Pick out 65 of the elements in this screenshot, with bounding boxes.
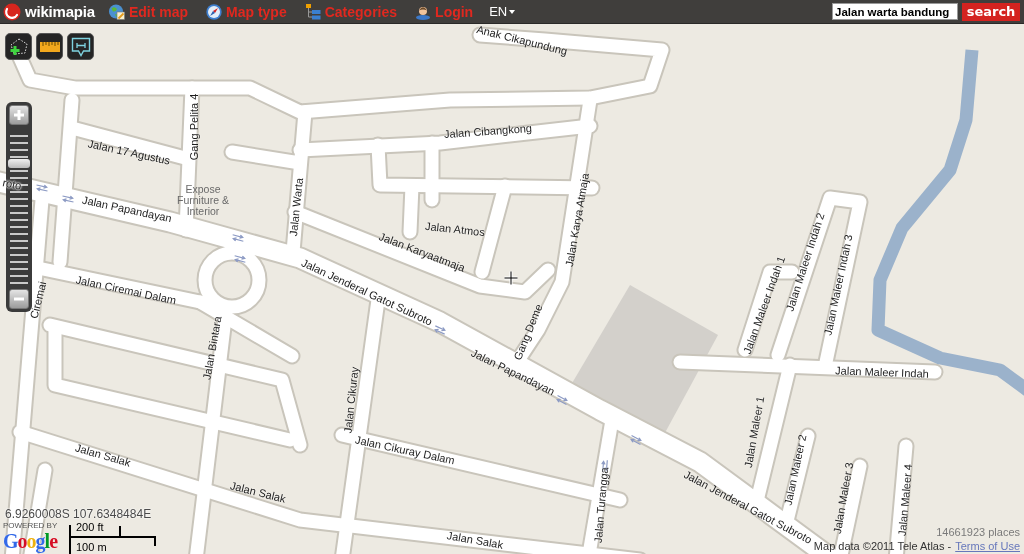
street-label: Jalan Cibangkong	[443, 121, 533, 141]
street-label: Jalan Ciremai Dalam	[74, 273, 178, 307]
menu-link[interactable]: Map type	[206, 3, 287, 20]
copyright-text: Map data ©2011 Tele Atlas -	[813, 540, 952, 552]
two-way-arrows-icon	[627, 433, 645, 447]
menu-link[interactable]: Categories	[304, 3, 398, 20]
street-label: Jalan Bintara	[200, 315, 224, 381]
street-label: Ciremai	[27, 280, 49, 320]
two-way-arrows-icon	[34, 182, 50, 194]
comment-tool-button[interactable]	[67, 33, 94, 60]
street-label: Jalan Atmos	[424, 219, 486, 239]
street-label: Jalan Salak	[445, 529, 505, 551]
street-label: Jalan Maleer 1	[741, 395, 767, 469]
search-button[interactable]: search	[962, 2, 1020, 21]
search-field[interactable]: Jalan warta bandung	[832, 3, 958, 20]
zoom-in-button[interactable]	[9, 105, 29, 125]
street-label: Jalan Warta	[287, 177, 305, 237]
street-label: Jalan Maleer 2	[781, 433, 809, 507]
street-label: Jalan Cikuray Dalam	[354, 433, 456, 467]
street-label: Jalan Maleer 3	[830, 461, 856, 535]
polygon-plus-icon	[8, 36, 29, 57]
polygon-tool-button[interactable]	[5, 33, 32, 60]
menu-link[interactable]: Login	[415, 3, 474, 20]
compass-icon	[206, 3, 223, 20]
globe-pencil-icon	[108, 3, 125, 20]
zoom-out-button[interactable]	[9, 289, 29, 309]
two-way-arrows-icon	[60, 193, 76, 205]
street-label: Jalan Maleer Indah 3	[821, 233, 855, 337]
street-label: Gang Pelita 4	[188, 93, 200, 161]
street-label: Jalan Salak	[74, 441, 132, 469]
two-way-arrows-icon	[230, 232, 246, 244]
tree-list-icon	[304, 3, 321, 20]
caret-icon	[509, 9, 516, 14]
coordinates-text: 6.9260008S 107.6348484E	[5, 507, 152, 521]
plus-icon	[13, 109, 25, 121]
two-way-arrows-icon	[232, 253, 248, 265]
google-logo: Google	[3, 530, 57, 552]
street-label: Jalan Maleer 4	[895, 463, 915, 537]
street-label: Jalan 17 Agustus	[86, 137, 172, 167]
street-label: roto	[1, 176, 23, 192]
street-label: Jalan Turangga	[591, 466, 611, 544]
scale-imperial-text: 200 ft	[76, 521, 104, 533]
zoom-slider-thumb[interactable]	[8, 159, 30, 168]
scale-metric-text: 100 m	[76, 541, 107, 553]
street-label: Jalan Cikuray	[341, 366, 361, 434]
street-label: Gang Deme	[511, 302, 545, 362]
minus-icon	[13, 297, 25, 301]
powered-by-text: POWERED BY	[3, 521, 58, 530]
two-way-arrows-icon	[431, 323, 449, 337]
street-label: Jalan Maleer Indah	[835, 364, 929, 380]
menu-link[interactable]: Edit map	[108, 3, 189, 20]
ruler-icon	[39, 41, 60, 52]
street-label: Jalan Salak	[228, 479, 288, 505]
ruler-tool-button[interactable]	[36, 33, 63, 60]
crosshair-icon	[504, 271, 518, 285]
street-label: Jalan Karya Atmaja	[562, 172, 592, 268]
speech-bubble-icon	[70, 36, 91, 57]
logo-icon	[3, 2, 21, 21]
language-dropdown[interactable]: EN	[489, 4, 516, 19]
two-way-arrows-icon	[553, 393, 571, 407]
logo-text: wikimapia	[25, 3, 95, 20]
place-label: Expose Furniture & Interior	[177, 183, 229, 217]
places-count: 14661923 places	[936, 526, 1020, 538]
street-label: Jalan Maleer Indah 1	[740, 254, 788, 356]
terms-link[interactable]: Terms of Use	[955, 540, 1020, 552]
